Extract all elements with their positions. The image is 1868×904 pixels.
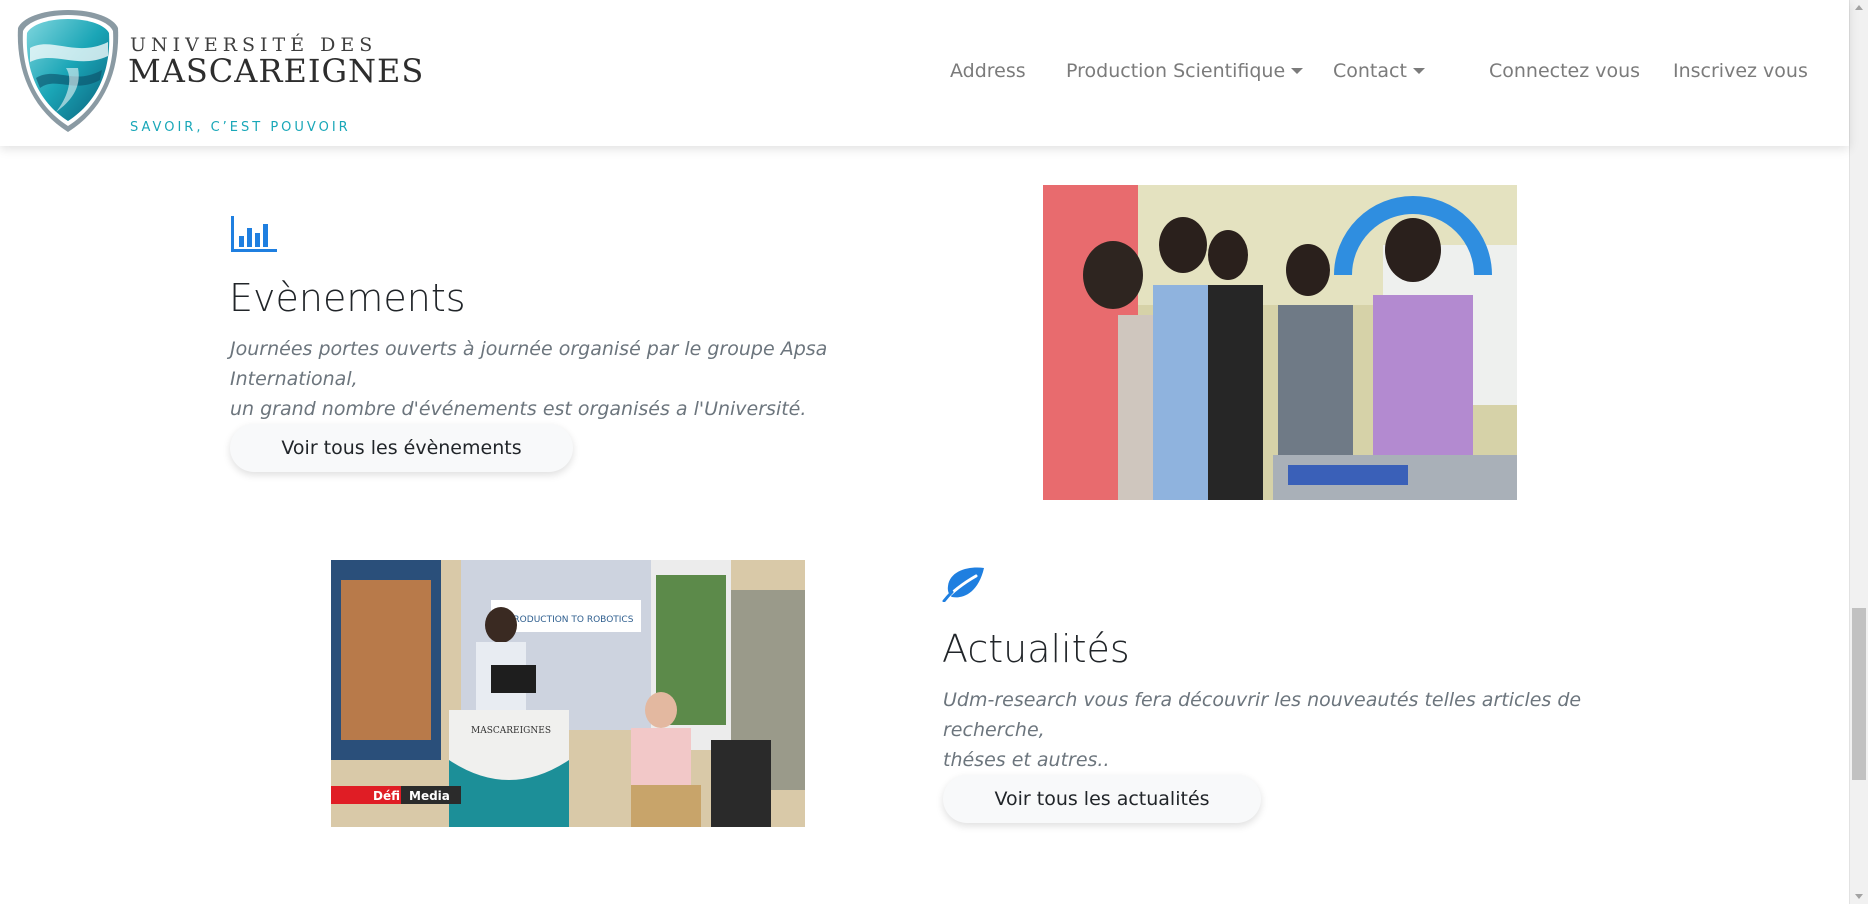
actualites-title: Actualités — [942, 627, 1130, 671]
bar-chart-icon — [231, 216, 277, 252]
leaf-icon — [942, 567, 984, 602]
nav-login-link[interactable]: Connectez vous — [1489, 60, 1640, 82]
caret-down-icon — [1412, 68, 1425, 74]
watermark-red-text: Défi — [373, 789, 400, 803]
students-lab-photo — [1043, 185, 1517, 500]
slide-title-text: INTRODUCTION TO ROBOTICS — [499, 615, 634, 625]
nav-production-label: Production Scientifique — [1066, 60, 1286, 82]
nav-address-label: Address — [950, 60, 1026, 82]
actualites-description-line1: Udm-research vous fera découvrir les nou… — [943, 689, 1582, 741]
evenements-description-line1: Journées portes ouverts à journée organi… — [230, 338, 828, 390]
scroll-up-arrow-icon[interactable] — [1855, 5, 1863, 10]
nav-address-link[interactable]: Address — [950, 60, 1026, 82]
top-navbar: UNIVERSITÉ DES MASCAREIGNES SAVOIR, C’ES… — [0, 0, 1849, 146]
vertical-scrollbar[interactable] — [1849, 0, 1868, 904]
nav-login-label: Connectez vous — [1489, 60, 1641, 82]
university-logo[interactable]: UNIVERSITÉ DES MASCAREIGNES SAVOIR, C’ES… — [16, 8, 423, 138]
nav-contact-label: Contact — [1333, 60, 1407, 82]
lectern-label-text: MASCAREIGNES — [471, 726, 551, 736]
watermark-black-text: Media — [409, 789, 450, 803]
view-all-events-button[interactable]: Voir tous les évènements — [230, 424, 573, 472]
evenements-title: Evènements — [229, 276, 466, 320]
robotics-conference-photo: INTRODUCTION TO ROBOTICS MASCAREIGNES Dé… — [331, 560, 805, 827]
scroll-down-arrow-icon[interactable] — [1855, 894, 1863, 899]
nav-production-dropdown[interactable]: Production Scientifique — [1066, 60, 1304, 82]
shield-logo-icon — [17, 10, 119, 132]
caret-down-icon — [1291, 68, 1304, 74]
brand-tagline: SAVOIR, C’EST POUVOIR — [130, 120, 351, 135]
view-all-news-button[interactable]: Voir tous les actualités — [943, 775, 1261, 823]
actualites-description: Udm-research vous fera découvrir les nou… — [943, 685, 1643, 775]
nav-register-link[interactable]: Inscrivez vous — [1673, 60, 1808, 82]
nav-register-label: Inscrivez vous — [1673, 60, 1808, 82]
nav-contact-dropdown[interactable]: Contact — [1333, 60, 1425, 82]
brand-title-line2: MASCAREIGNES — [128, 52, 425, 90]
actualites-description-line2: théses et autres.. — [943, 749, 1110, 771]
scrollbar-thumb[interactable] — [1852, 608, 1866, 780]
evenements-description: Journées portes ouverts à journée organi… — [230, 334, 910, 424]
evenements-description-line2: un grand nombre d'événements est organis… — [230, 398, 807, 420]
